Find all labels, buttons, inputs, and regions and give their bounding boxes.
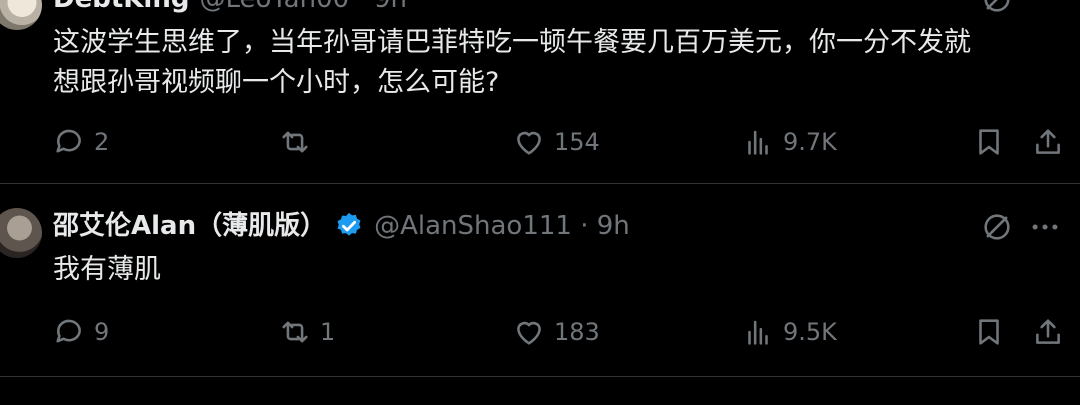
repost-count: 1 [320,318,336,346]
action-bar: 2 154 9.7K [0,122,1080,162]
tweet-text-line: 想跟孙哥视频聊一个小时，怎么可能? [53,67,500,98]
like-count: 183 [554,318,600,346]
like-icon [517,131,541,155]
views-button[interactable]: 9.5K [741,312,837,352]
share-icon [1036,129,1060,154]
grok-icon[interactable] [980,0,1014,16]
bookmark-button[interactable] [972,312,1006,352]
like-count: 154 [554,128,600,156]
reply-button[interactable]: 9 [52,312,109,352]
views-icon [748,320,768,345]
views-count: 9.5K [783,318,837,346]
tweet[interactable]: 邵艾伦Alan（薄肌版） @AlanShao111 · 9h 我有薄肌 9 1 [0,184,1080,376]
handle[interactable]: @LeoYan00 · 9h [199,0,407,15]
views-count: 9.7K [783,128,837,156]
more-icon[interactable] [1028,210,1062,244]
display-name[interactable]: 邵艾伦Alan（薄肌版） [53,210,326,242]
share-button[interactable] [1031,312,1065,352]
tweet-divider [0,376,1080,377]
repost-button[interactable] [278,122,320,162]
avatar[interactable] [0,0,42,30]
like-icon [517,321,541,345]
views-button[interactable]: 9.7K [741,122,837,162]
repost-icon [282,131,308,153]
repost-icon [282,321,308,343]
action-bar: 9 1 183 9.5K [0,312,1080,352]
reply-icon [56,319,81,343]
bookmark-icon [979,319,999,345]
repost-button[interactable]: 1 [278,312,335,352]
bookmark-button[interactable] [972,122,1006,162]
reply-icon [56,129,81,153]
tweet-text: 我有薄肌 [53,250,1063,290]
tweet-header: DebtKing @LeoYan00 · 9h [53,0,407,15]
share-icon [1036,319,1060,344]
avatar[interactable] [0,208,42,258]
display-name[interactable]: DebtKing [53,0,189,15]
like-button[interactable]: 154 [512,122,600,162]
tweet-text-line: 我有薄肌 [53,254,161,285]
handle[interactable]: @AlanShao111 · 9h [374,210,630,242]
share-button[interactable] [1031,122,1065,162]
bookmark-icon [979,129,999,155]
tweet[interactable]: DebtKing @LeoYan00 · 9h 这波学生思维了，当年孙哥请巴菲特… [0,0,1080,184]
reply-count: 2 [94,128,110,156]
reply-button[interactable]: 2 [52,122,109,162]
reply-count: 9 [94,318,110,346]
grok-icon[interactable] [980,210,1014,244]
views-icon [748,130,768,155]
tweet-text: 这波学生思维了，当年孙哥请巴菲特吃一顿午餐要几百万美元，你一分不发就 想跟孙哥视… [53,23,1063,103]
tweet-header: 邵艾伦Alan（薄肌版） @AlanShao111 · 9h [53,210,630,242]
like-button[interactable]: 183 [512,312,600,352]
verified-badge-icon[interactable] [334,211,364,241]
tweet-text-line: 这波学生思维了，当年孙哥请巴菲特吃一顿午餐要几百万美元，你一分不发就 [53,27,971,58]
